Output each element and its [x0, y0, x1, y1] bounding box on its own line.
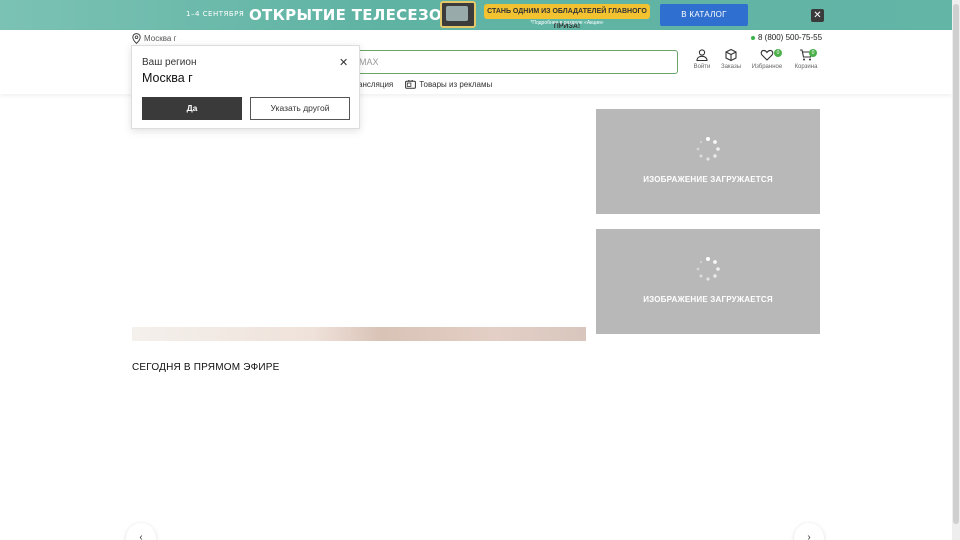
scrollbar-thumb[interactable]	[953, 4, 959, 524]
heart-icon	[760, 49, 774, 61]
loading-spinner-icon	[696, 257, 720, 281]
cart-button[interactable]: 0 Корзина	[786, 48, 826, 70]
carousel-next-button[interactable]: ›	[794, 523, 824, 540]
catalog-button[interactable]: В КАТАЛОГ	[660, 4, 748, 26]
nav-broadcast[interactable]: ансляция	[358, 80, 393, 89]
image-placeholder[interactable]: ИЗОБРАЖЕНИЕ ЗАГРУЖАЕТСЯ	[596, 109, 820, 214]
carousel-prev-button[interactable]: ‹	[126, 523, 156, 540]
region-city: Москва г	[142, 71, 193, 85]
page: 1–4 СЕНТЯБРЯ ОТКРЫТИЕ ТЕЛЕСЕЗОНА СТАНЬ О…	[0, 0, 960, 540]
favorites-button[interactable]: 0 Избранное	[747, 48, 787, 70]
chevron-right-icon: ›	[807, 532, 811, 540]
login-label: Войти	[693, 64, 711, 70]
promo-date: 1–4 СЕНТЯБРЯ	[186, 10, 245, 18]
favorites-badge: 0	[774, 49, 782, 57]
region-label: Ваш регион	[142, 57, 197, 68]
loading-text: ИЗОБРАЖЕНИЕ ЗАГРУЖАЕТСЯ	[643, 175, 773, 184]
orders-button[interactable]: Заказы	[711, 48, 751, 70]
city-selector[interactable]: Москва г	[132, 33, 176, 44]
header-nav: ансляция Товары из рекламы	[358, 80, 492, 89]
loading-text: ИЗОБРАЖЕНИЕ ЗАГРУЖАЕТСЯ	[643, 295, 773, 304]
close-icon[interactable]: ✕	[339, 56, 348, 69]
confirm-region-button[interactable]: Да	[142, 97, 242, 120]
close-icon[interactable]: ✕	[811, 9, 824, 22]
scrollbar[interactable]	[952, 0, 960, 540]
loading-spinner-icon	[696, 137, 720, 161]
region-popup: Ваш регион Москва г ✕ Да Указать другой	[131, 45, 360, 129]
phone-label: 8 (800) 500-75-55	[758, 33, 823, 42]
favorites-label: Избранное	[751, 64, 783, 70]
phone-number[interactable]: 8 (800) 500-75-55	[751, 33, 822, 42]
orders-label: Заказы	[720, 64, 742, 70]
city-label: Москва г	[144, 34, 177, 43]
user-icon	[696, 49, 708, 62]
status-dot	[751, 35, 755, 40]
promo-banner[interactable]: 1–4 СЕНТЯБРЯ ОТКРЫТИЕ ТЕЛЕСЕЗОНА СТАНЬ О…	[0, 0, 952, 30]
chevron-left-icon: ‹	[139, 532, 143, 540]
hero-banner-image[interactable]	[132, 327, 586, 341]
promo-title: ОТКРЫТИЕ ТЕЛЕСЕЗОНА	[249, 6, 467, 24]
cart-badge: 0	[809, 49, 817, 57]
search-text: MAX	[359, 57, 379, 67]
location-pin-icon	[132, 33, 141, 44]
box-icon	[725, 48, 737, 62]
image-placeholder[interactable]: ИЗОБРАЖЕНИЕ ЗАГРУЖАЕТСЯ	[596, 229, 820, 334]
nav-ad-products[interactable]: Товары из рекламы	[405, 80, 492, 89]
tv-icon	[405, 80, 417, 89]
cart-label: Корзина	[794, 64, 818, 70]
tv-icon	[440, 1, 476, 28]
promo-note: *Подробнее в разделе «Акции»	[530, 20, 604, 26]
promo-pill: СТАНЬ ОДНИМ ИЗ ОБЛАДАТЕЛЕЙ ГЛАВНОГО ПРИЗ…	[484, 4, 650, 30]
change-region-button[interactable]: Указать другой	[250, 97, 350, 120]
nav-ad-products-label: Товары из рекламы	[419, 80, 493, 89]
section-title: СЕГОДНЯ В ПРЯМОМ ЭФИРЕ	[132, 362, 280, 373]
search-input[interactable]: MAX	[340, 50, 678, 74]
